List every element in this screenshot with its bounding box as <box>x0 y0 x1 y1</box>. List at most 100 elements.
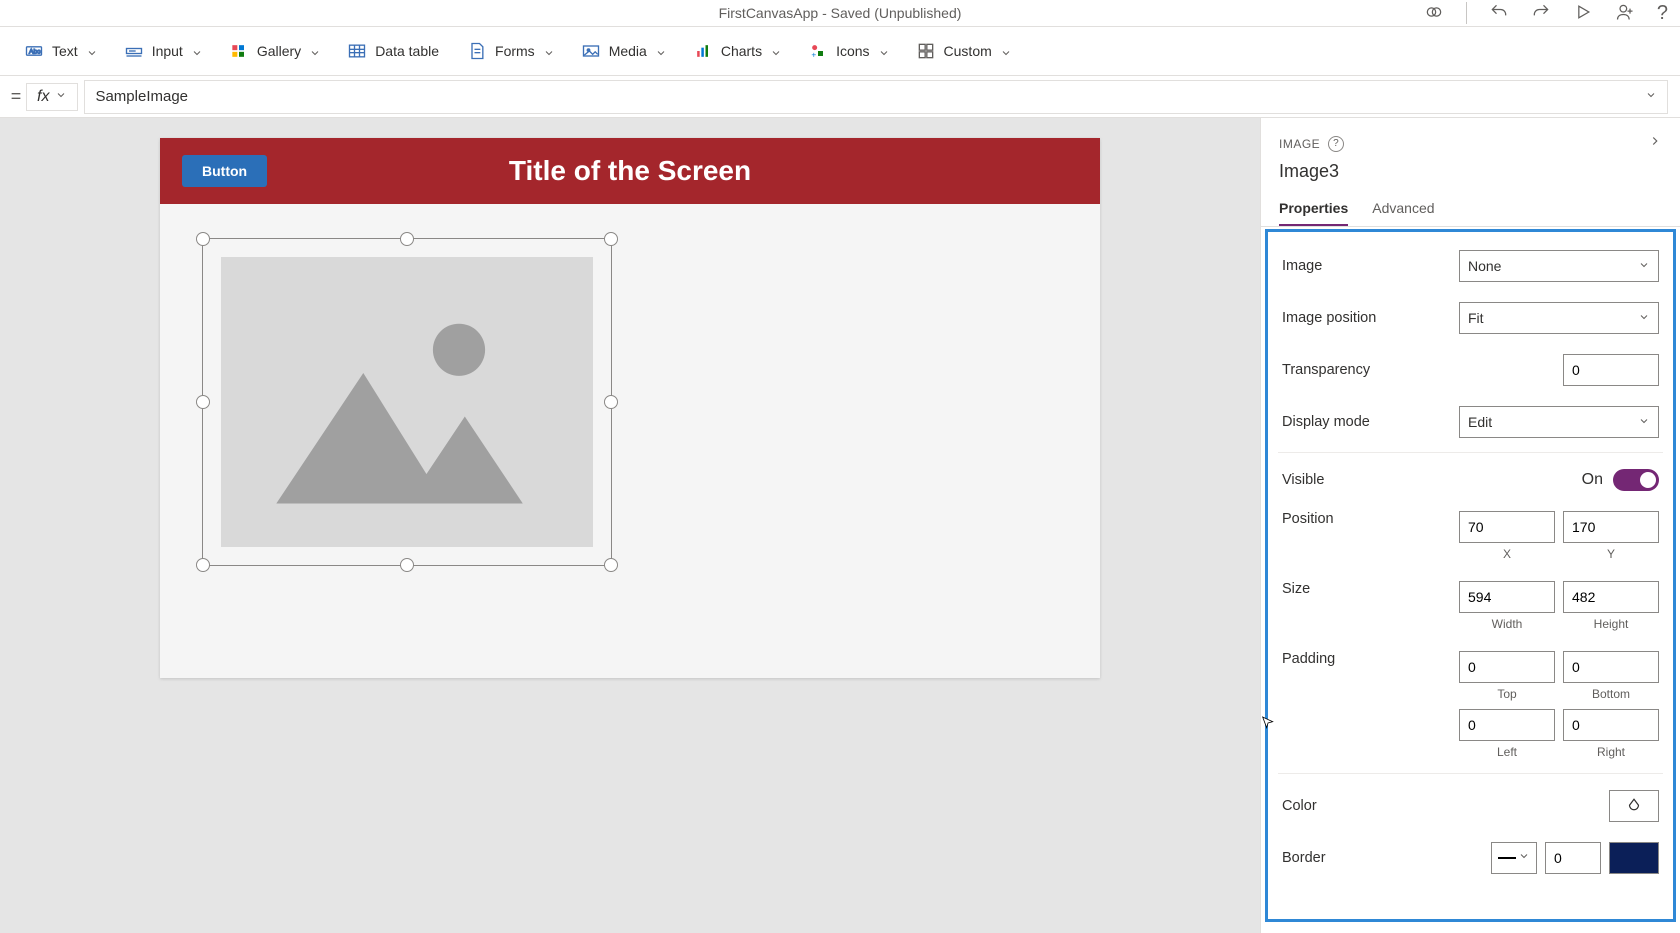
sublabel: Left <box>1497 745 1517 759</box>
color-picker[interactable] <box>1609 790 1659 822</box>
ribbon-icons[interactable]: + Icons <box>798 35 897 67</box>
help-icon[interactable]: ? <box>1328 136 1344 152</box>
prop-label: Color <box>1282 798 1601 814</box>
control-name: Image3 <box>1261 159 1680 192</box>
sublabel: Bottom <box>1592 687 1630 701</box>
image-select[interactable]: None <box>1459 250 1659 282</box>
select-value: Edit <box>1468 414 1492 430</box>
padding-right-input[interactable] <box>1563 709 1659 741</box>
ribbon-media[interactable]: Media <box>571 35 675 67</box>
tab-advanced[interactable]: Advanced <box>1372 192 1434 226</box>
formula-value: SampleImage <box>95 88 188 105</box>
size-width-input[interactable] <box>1459 581 1555 613</box>
formula-input[interactable]: SampleImage <box>84 80 1668 114</box>
chevron-down-icon <box>1638 258 1650 274</box>
prop-size: Size Width Height <box>1278 571 1663 641</box>
props-header: IMAGE ? <box>1261 118 1680 159</box>
equals-label: = <box>6 86 26 107</box>
ribbon-input[interactable]: Input <box>114 35 211 67</box>
border-style-select[interactable] <box>1491 842 1537 874</box>
image-position-select[interactable]: Fit <box>1459 302 1659 334</box>
sublabel: Right <box>1597 745 1625 759</box>
transparency-input[interactable] <box>1563 354 1659 386</box>
prop-color: Color <box>1278 773 1663 832</box>
sublabel: Width <box>1492 617 1523 631</box>
help-icon[interactable]: ? <box>1657 2 1668 25</box>
size-height-input[interactable] <box>1563 581 1659 613</box>
ribbon-gallery-label: Gallery <box>257 43 301 59</box>
prop-label: Position <box>1282 511 1451 527</box>
sublabel: Y <box>1607 547 1615 561</box>
padding-top-input[interactable] <box>1459 651 1555 683</box>
select-value: Fit <box>1468 310 1484 326</box>
fx-icon: fx <box>37 88 49 106</box>
redo-icon[interactable] <box>1531 2 1551 25</box>
chevron-down-icon <box>1638 414 1650 430</box>
tab-properties[interactable]: Properties <box>1279 192 1348 226</box>
svg-text:Abc: Abc <box>29 49 41 56</box>
resize-handle[interactable] <box>604 232 618 246</box>
ribbon-datatable[interactable]: Data table <box>337 35 449 67</box>
svg-text:+: + <box>811 50 816 60</box>
sublabel: Top <box>1497 687 1516 701</box>
linked-rings-icon[interactable] <box>1424 2 1444 25</box>
display-mode-select[interactable]: Edit <box>1459 406 1659 438</box>
chevron-down-icon <box>770 46 780 56</box>
prop-label: Border <box>1282 850 1483 866</box>
ribbon-charts-label: Charts <box>721 43 762 59</box>
ribbon-text-label: Text <box>52 43 78 59</box>
border-width-input[interactable] <box>1545 842 1601 874</box>
resize-handle[interactable] <box>196 232 210 246</box>
chevron-down-icon <box>309 46 319 56</box>
prop-display-mode: Display mode Edit <box>1278 396 1663 448</box>
position-x-input[interactable] <box>1459 511 1555 543</box>
ribbon-text[interactable]: Abc Text <box>14 35 106 67</box>
padding-bottom-input[interactable] <box>1563 651 1659 683</box>
titlebar-actions: ? <box>1424 2 1668 25</box>
resize-handle[interactable] <box>196 558 210 572</box>
fx-button[interactable]: fx <box>26 83 78 111</box>
component-icon <box>916 41 936 61</box>
select-value: None <box>1468 258 1501 274</box>
selected-image-control[interactable] <box>202 238 612 566</box>
chevron-right-icon[interactable] <box>1648 134 1662 153</box>
ribbon-input-label: Input <box>152 43 183 59</box>
chevron-down-icon <box>1645 88 1657 105</box>
resize-handle[interactable] <box>604 558 618 572</box>
tab-advanced-label: Advanced <box>1372 200 1434 216</box>
prop-image: Image None <box>1278 240 1663 292</box>
chevron-down-icon <box>1518 849 1530 867</box>
chevron-down-icon <box>543 46 553 56</box>
chevron-down-icon <box>1638 310 1650 326</box>
resize-handle[interactable] <box>400 232 414 246</box>
play-icon[interactable] <box>1573 2 1593 25</box>
padding-left-input[interactable] <box>1459 709 1555 741</box>
props-body: Image None Image position Fit Transparen… <box>1265 229 1676 922</box>
resize-handle[interactable] <box>604 395 618 409</box>
ribbon-custom[interactable]: Custom <box>906 35 1020 67</box>
visible-toggle[interactable] <box>1613 469 1659 491</box>
screen-canvas[interactable]: Button Title of the Screen <box>160 138 1100 678</box>
ribbon-charts[interactable]: Charts <box>683 35 790 67</box>
prop-visible: Visible On <box>1278 452 1663 501</box>
prop-padding: Padding Top Bottom Left Right <box>1278 641 1663 769</box>
formula-bar: = fx SampleImage <box>0 76 1680 118</box>
ribbon-gallery[interactable]: Gallery <box>219 35 329 67</box>
props-type-label: IMAGE <box>1279 137 1320 151</box>
undo-icon[interactable] <box>1489 2 1509 25</box>
border-color-swatch[interactable] <box>1609 842 1659 874</box>
canvas-button[interactable]: Button <box>182 155 267 187</box>
ribbon-forms[interactable]: Forms <box>457 35 563 67</box>
sublabel: Height <box>1594 617 1629 631</box>
position-y-input[interactable] <box>1563 511 1659 543</box>
ribbon-icons-label: Icons <box>836 43 869 59</box>
prop-label: Image <box>1282 258 1451 274</box>
input-icon <box>124 41 144 61</box>
tab-properties-label: Properties <box>1279 200 1348 216</box>
prop-label: Transparency <box>1282 362 1555 378</box>
resize-handle[interactable] <box>400 558 414 572</box>
resize-handle[interactable] <box>196 395 210 409</box>
share-icon[interactable] <box>1615 2 1635 25</box>
prop-position: Position X Y <box>1278 501 1663 571</box>
gallery-icon <box>229 41 249 61</box>
